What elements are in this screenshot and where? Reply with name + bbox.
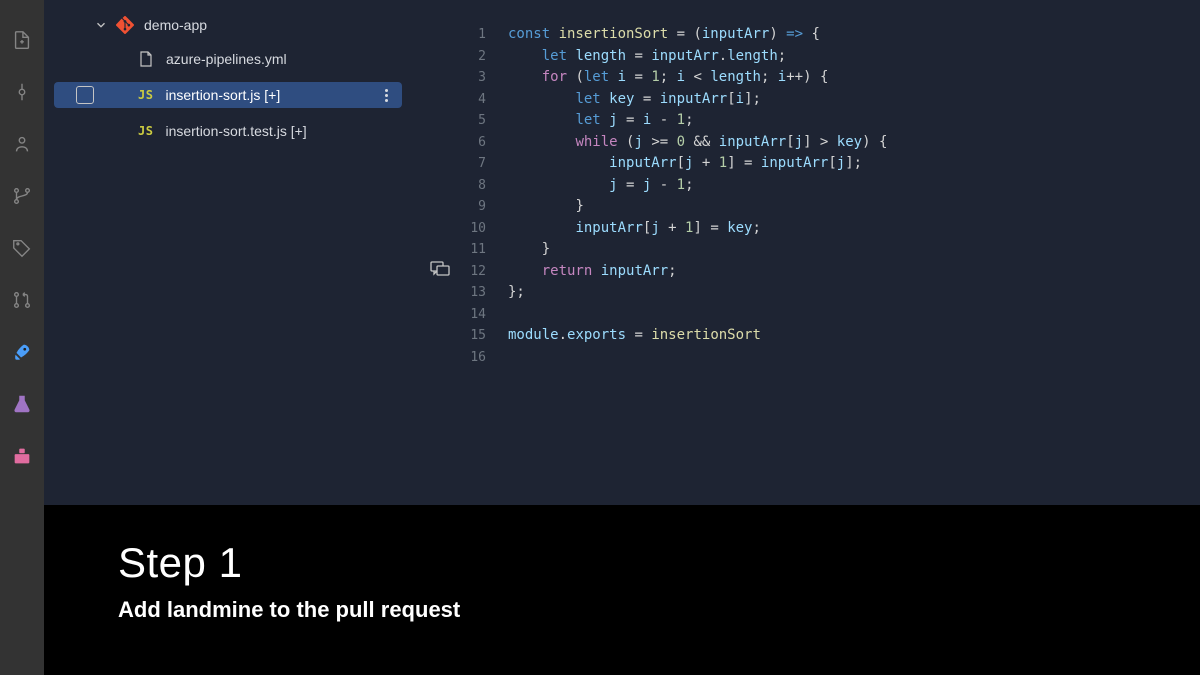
code-editor[interactable]: 12345678910111213141516 const insertionS…	[412, 0, 1200, 505]
file-checkbox[interactable]	[76, 86, 94, 104]
line-number-gutter: 12345678910111213141516	[452, 0, 492, 505]
js-file-icon: JS	[138, 88, 153, 102]
person-icon[interactable]	[10, 132, 34, 156]
file-tree-panel: demo-app azure-pipelines.yml JS insertio…	[44, 0, 412, 505]
tree-file-insertion-sort[interactable]: JS insertion-sort.js [+]	[54, 82, 402, 108]
branch-icon[interactable]	[10, 184, 34, 208]
tree-root-demo-app[interactable]: demo-app	[44, 12, 412, 38]
file-icon	[138, 51, 154, 67]
beaker-icon[interactable]	[10, 392, 34, 416]
comment-discussion-icon[interactable]	[430, 261, 452, 277]
code-content[interactable]: const insertionSort = (inputArr) => { le…	[492, 0, 1200, 505]
overlay-subtitle: Add landmine to the pull request	[118, 597, 1200, 623]
js-file-icon: JS	[138, 124, 153, 138]
pull-request-icon[interactable]	[10, 288, 34, 312]
rocket-icon[interactable]	[10, 340, 34, 364]
tree-file-label: insertion-sort.test.js [+]	[165, 123, 306, 139]
file-add-icon[interactable]	[10, 28, 34, 52]
tag-icon[interactable]	[10, 236, 34, 260]
overlay-title: Step 1	[118, 539, 1200, 587]
extension-icon[interactable]	[10, 444, 34, 468]
tree-root-label: demo-app	[144, 17, 207, 33]
tree-file-label: azure-pipelines.yml	[166, 51, 287, 67]
commit-icon[interactable]	[10, 80, 34, 104]
more-actions-icon[interactable]	[385, 89, 388, 102]
tree-file-azure-pipelines[interactable]: azure-pipelines.yml	[44, 46, 412, 72]
glyph-margin	[412, 0, 452, 505]
git-repo-icon	[116, 16, 134, 34]
tree-file-insertion-sort-test[interactable]: JS insertion-sort.test.js [+]	[44, 118, 412, 144]
tree-file-label: insertion-sort.js [+]	[165, 87, 280, 103]
chevron-down-icon	[94, 18, 108, 32]
activity-bar	[0, 0, 44, 675]
tutorial-overlay: Step 1 Add landmine to the pull request	[44, 505, 1200, 675]
